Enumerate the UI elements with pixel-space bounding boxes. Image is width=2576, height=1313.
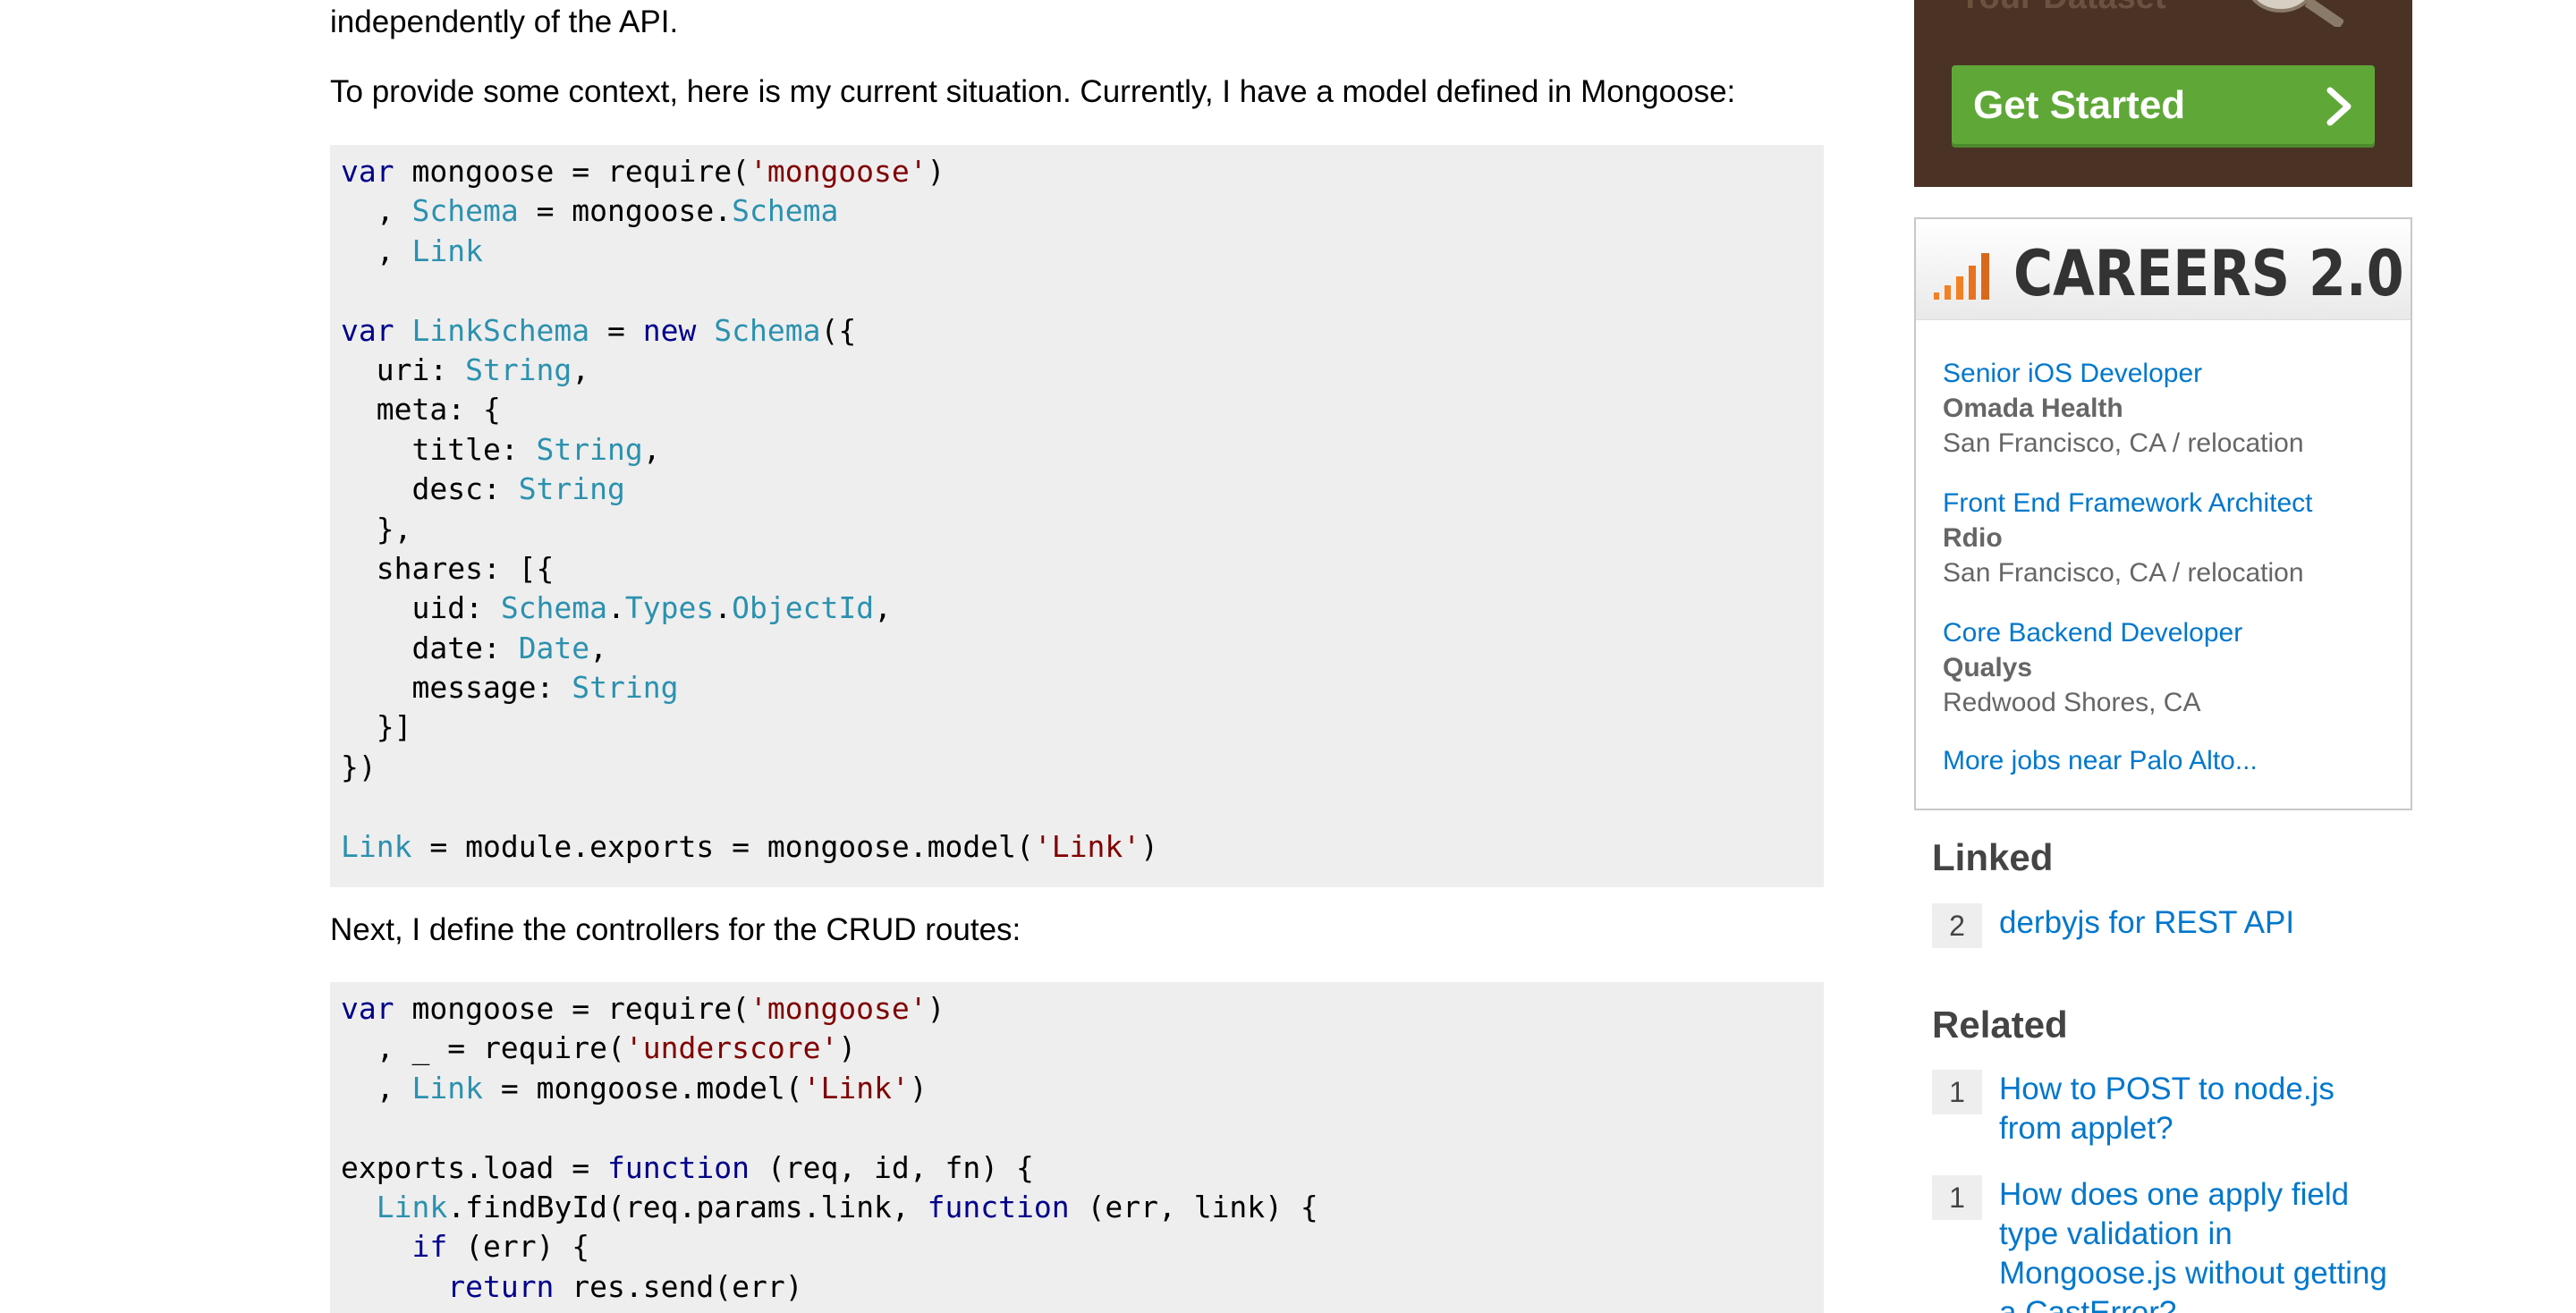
get-started-button[interactable]: Get Started	[1952, 65, 2375, 148]
intro-tail-text: independently of the API.	[330, 4, 679, 39]
job-location: San Francisco, CA / relocation	[1943, 428, 2304, 458]
linked-question-item: 2 derbyjs for REST API	[1932, 903, 2415, 957]
job-listing: Front End Framework Architect Rdio San F…	[1943, 486, 2312, 590]
context-paragraph: To provide some context, here is my curr…	[330, 74, 1736, 109]
code-line: uid: Schema.Types.ObjectId,	[341, 590, 892, 626]
more-jobs-link[interactable]: More jobs near Palo Alto...	[1943, 743, 2258, 778]
code-line: date: Date,	[341, 630, 608, 665]
chevron-right-icon	[2326, 87, 2351, 126]
related-heading: Related	[1932, 1004, 2068, 1046]
signal-bars-icon	[1934, 253, 1989, 300]
ad-heading: Your Dataset	[1959, 0, 2166, 17]
code-line: }	[330, 1307, 1824, 1313]
controllers-paragraph: Next, I define the controllers for the C…	[330, 912, 1021, 947]
get-started-label: Get Started	[1973, 83, 2186, 127]
job-listing: Senior iOS Developer Omada Health San Fr…	[1943, 356, 2304, 461]
careers-title: CAREERS 2.0	[2013, 237, 2404, 310]
code-line: title: String,	[341, 431, 661, 467]
code-line: var LinkSchema = new Schema({	[341, 312, 857, 348]
code-line: meta: {	[341, 392, 501, 428]
related-question-item: 1 How to POST to node.js from applet?	[1932, 1070, 2415, 1159]
related-question-item: 1 How does one apply field type validati…	[1932, 1175, 2415, 1313]
code-line: , Link = mongoose.model('Link')	[341, 1070, 928, 1105]
job-company: Rdio	[1943, 523, 2003, 553]
code-line: , Link	[341, 233, 483, 268]
code-line: var mongoose = require('mongoose')	[341, 991, 945, 1026]
code-line: , _ = require('underscore')	[341, 1030, 857, 1066]
job-company: Omada Health	[1943, 394, 2123, 423]
sidebar-advertisement[interactable]: Your Dataset Get Started	[1914, 0, 2412, 187]
job-location: San Francisco, CA / relocation	[1943, 558, 2304, 588]
job-title-link[interactable]: Senior iOS Developer	[1943, 356, 2304, 391]
linked-heading: Linked	[1932, 836, 2054, 878]
code-line: Link.findById(req.params.link, function …	[376, 1189, 1318, 1224]
code-line: message: String	[341, 670, 679, 706]
question-score-badge[interactable]: 1	[1932, 1070, 1982, 1114]
careers-panel: CAREERS 2.0 Senior iOS Developer Omada H…	[1914, 217, 2412, 810]
code-line: var mongoose = require('mongoose')	[341, 154, 945, 189]
code-line: desc: String	[341, 471, 625, 507]
code-line: return res.send(err)	[447, 1268, 803, 1304]
related-question-link[interactable]: How does one apply field type validation…	[1999, 1175, 2393, 1313]
related-question-link[interactable]: How to POST to node.js from applet?	[1999, 1070, 2393, 1148]
job-company: Qualys	[1943, 653, 2033, 682]
job-title-link[interactable]: Front End Framework Architect	[1943, 486, 2312, 521]
job-listing: Core Backend Developer Qualys Redwood Sh…	[1943, 615, 2242, 720]
code-line: , Schema = mongoose.Schema	[341, 193, 839, 229]
code-block-model: var mongoose = require('mongoose') , Sch…	[330, 145, 1824, 887]
code-line: },	[341, 511, 412, 546]
code-line: shares: [{	[341, 550, 555, 586]
code-block-controllers: var mongoose = require('mongoose') , _ =…	[330, 982, 1824, 1313]
code-line: }]	[341, 709, 412, 745]
magnifier-icon	[2251, 0, 2343, 27]
question-score-badge[interactable]: 2	[1932, 903, 1982, 948]
code-line: if (err) {	[411, 1229, 590, 1265]
question-score-badge[interactable]: 1	[1932, 1175, 1982, 1220]
code-line: Link = module.exports = mongoose.model('…	[341, 828, 1158, 864]
code-line: exports.load = function (req, id, fn) {	[341, 1149, 1034, 1185]
job-location: Redwood Shores, CA	[1943, 688, 2201, 717]
code-line: })	[341, 749, 377, 784]
job-title-link[interactable]: Core Backend Developer	[1943, 615, 2242, 650]
careers-header[interactable]: CAREERS 2.0	[1916, 219, 2411, 320]
code-line: uri: String,	[341, 352, 590, 387]
linked-question-link[interactable]: derbyjs for REST API	[1999, 903, 2393, 943]
